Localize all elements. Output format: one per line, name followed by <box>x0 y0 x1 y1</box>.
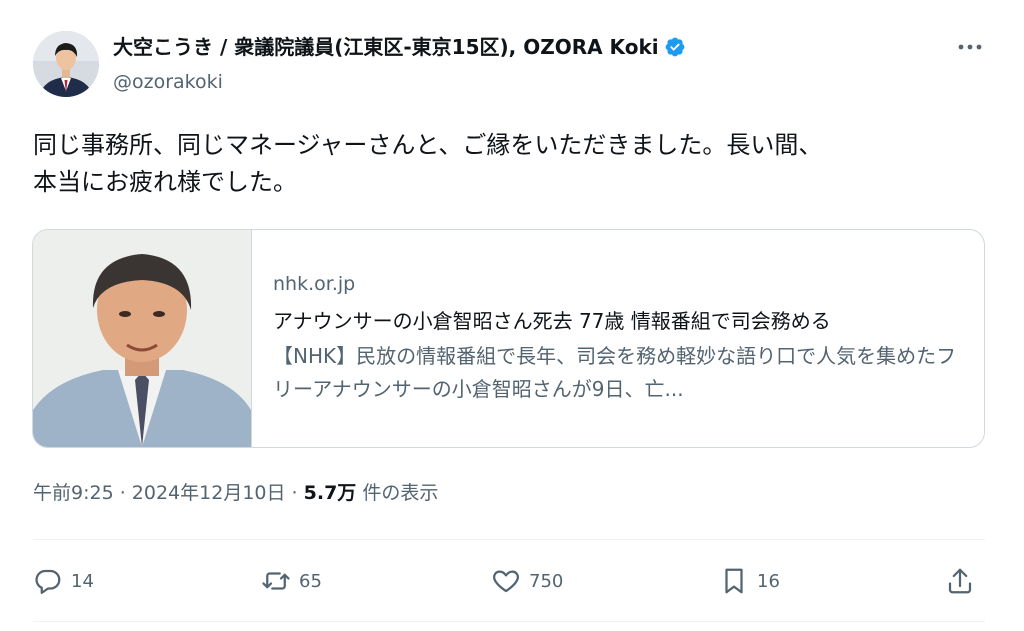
link-preview-card[interactable]: nhk.or.jp アナウンサーの小倉智昭さん死去 77歳 情報番組で司会務める… <box>32 229 985 448</box>
bookmark-count: 16 <box>757 570 780 592</box>
bookmark-icon <box>725 568 743 594</box>
retweet-count: 65 <box>299 570 322 592</box>
bookmark-button[interactable]: 16 <box>719 556 780 606</box>
reply-count: 14 <box>71 570 94 592</box>
card-description: 【NHK】民放の情報番組で長年、司会を務め軽妙な語り口で人気を集めたフリーアナウ… <box>273 344 957 401</box>
tweet-time[interactable]: 午前9:25 <box>33 482 114 504</box>
tweet-date[interactable]: 2024年12月10日 <box>132 482 286 504</box>
tweet-text: 同じ事務所、同じマネージャーさんと、ご縁をいただきました。長い間、 本当にお疲れ… <box>33 131 823 196</box>
avatar-image <box>33 31 99 97</box>
more-options-button[interactable] <box>955 36 985 58</box>
action-bar: 14 65 750 16 <box>33 556 988 606</box>
retweet-button[interactable]: 65 <box>261 556 322 606</box>
author-display-name[interactable]: 大空こうき / 衆議院議員(江東区-東京15区), OZORA Koki <box>113 33 659 61</box>
reply-button[interactable]: 14 <box>33 556 94 606</box>
card-thumbnail-image <box>33 230 252 447</box>
meta-separator: · <box>113 482 132 504</box>
views-label[interactable]: 件の表示 <box>356 482 438 504</box>
heart-icon <box>493 570 519 593</box>
author-handle[interactable]: @ozorakoki <box>113 69 223 95</box>
tweet-meta: 午前9:25 · 2024年12月10日 · 5.7万 件の表示 <box>33 478 438 508</box>
divider-top <box>33 539 985 540</box>
avatar[interactable] <box>33 31 99 97</box>
retweet-icon <box>262 572 290 590</box>
meta-separator: · <box>285 482 304 504</box>
views-count[interactable]: 5.7万 <box>304 482 357 504</box>
divider-bottom <box>33 621 985 622</box>
like-count: 750 <box>529 570 564 592</box>
card-body: nhk.or.jp アナウンサーの小倉智昭さん死去 77歳 情報番組で司会務める… <box>273 270 973 406</box>
card-title: アナウンサーの小倉智昭さん死去 77歳 情報番組で司会務める <box>273 309 831 333</box>
share-icon <box>948 568 972 594</box>
share-button[interactable] <box>945 556 975 606</box>
tweet: 大空こうき / 衆議院議員(江東区-東京15区), OZORA Koki @oz… <box>0 0 1024 631</box>
reply-icon <box>35 569 61 594</box>
author-name-row[interactable]: 大空こうき / 衆議院議員(江東区-東京15区), OZORA Koki <box>113 33 686 61</box>
like-button[interactable]: 750 <box>491 556 563 606</box>
card-domain: nhk.or.jp <box>273 273 356 295</box>
verified-badge-icon <box>665 37 685 57</box>
ellipsis-icon <box>958 44 982 50</box>
